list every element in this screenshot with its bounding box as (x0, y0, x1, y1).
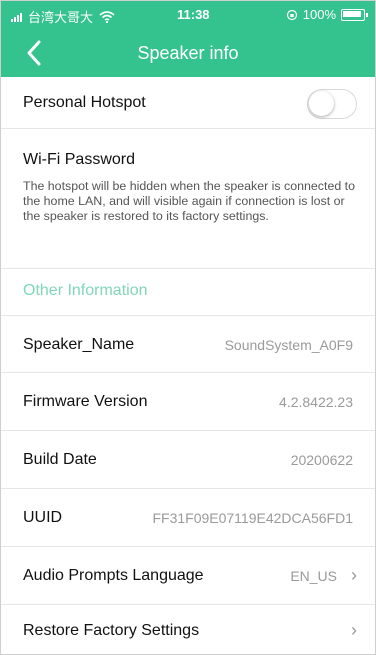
chevron-right-icon: › (351, 565, 357, 585)
uuid-label: UUID (23, 509, 63, 526)
speaker-name-label: Speaker_Name (23, 336, 135, 353)
wifi-password-row[interactable]: Wi-Fi Password The hotspot will be hidde… (1, 129, 375, 269)
rotation-lock-icon (286, 9, 297, 20)
status-left: 台湾大哥大 (11, 7, 115, 26)
build-date-value: 20200622 (290, 452, 353, 468)
header: 台湾大哥大 11:38 100% Speaker info (1, 1, 375, 77)
audio-prompts-value: EN_US (290, 568, 337, 584)
build-date-label: Build Date (23, 451, 97, 468)
nav-bar: Speaker info (1, 29, 375, 77)
carrier-label: 台湾大哥大 (28, 10, 94, 25)
chevron-right-icon: › (351, 620, 357, 640)
wifi-password-label: Wi-Fi Password (23, 151, 136, 168)
wifi-description: The hotspot will be hidden when the spea… (23, 179, 356, 223)
battery-icon (341, 8, 368, 21)
app-screen: 台湾大哥大 11:38 100% Speaker info Personal H… (0, 0, 376, 655)
status-bar: 台湾大哥大 11:38 100% (1, 1, 375, 29)
restore-factory-row[interactable]: Restore Factory Settings › (1, 605, 375, 654)
uuid-value: FF31F09E07119E42DCA56FD1 (152, 510, 353, 526)
audio-prompts-label: Audio Prompts Language (23, 567, 204, 584)
hotspot-toggle[interactable] (307, 89, 357, 119)
build-date-row: Build Date 20200622 (1, 431, 375, 489)
speaker-name-value: SoundSystem_A0F9 (224, 337, 353, 353)
toggle-knob (309, 91, 334, 116)
restore-factory-label: Restore Factory Settings (23, 622, 200, 639)
audio-prompts-row[interactable]: Audio Prompts Language EN_US › (1, 547, 375, 605)
uuid-row: UUID FF31F09E07119E42DCA56FD1 (1, 489, 375, 547)
page-title: Speaker info (137, 43, 239, 63)
hotspot-row: Personal Hotspot (1, 77, 375, 129)
battery-percent: 100% (302, 7, 336, 22)
firmware-label: Firmware Version (23, 393, 148, 410)
other-info-section: Other Information (1, 269, 375, 315)
status-right: 100% (286, 7, 368, 22)
signal-icon (11, 12, 22, 22)
section-header: Other Information (23, 282, 148, 299)
speaker-name-row: Speaker_Name SoundSystem_A0F9 (1, 315, 375, 373)
firmware-value: 4.2.8422.23 (279, 394, 353, 410)
wifi-icon (99, 10, 115, 23)
hotspot-label: Personal Hotspot (23, 94, 146, 111)
firmware-row: Firmware Version 4.2.8422.23 (1, 373, 375, 431)
status-time: 11:38 (177, 7, 210, 22)
